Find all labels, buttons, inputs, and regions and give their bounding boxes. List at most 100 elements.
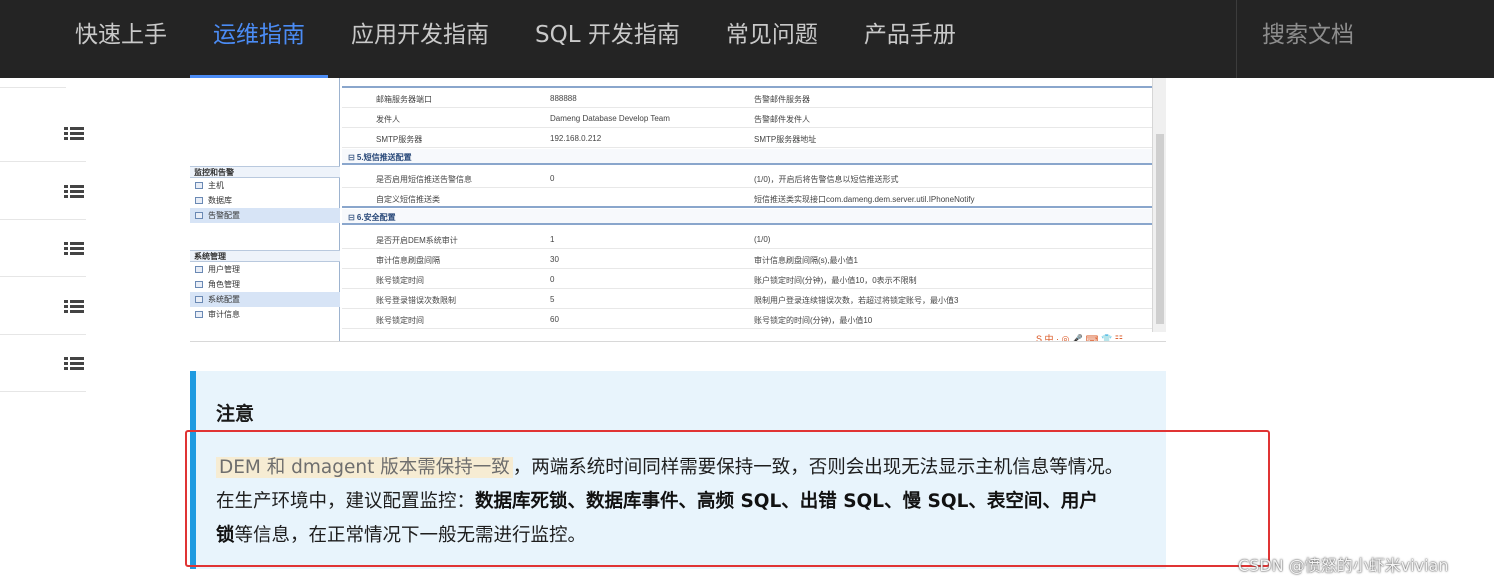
cell-value: 0	[550, 275, 555, 284]
cell-name: 发件人	[376, 115, 400, 124]
cell-desc: 账户锁定时间(分钟)，最小值10，0表示不限制	[754, 276, 917, 285]
nav-item-0[interactable]: 快速上手	[52, 0, 190, 78]
screenshot-scrollbar	[1152, 78, 1166, 332]
list-icon	[64, 127, 84, 141]
table-row[interactable]: 是否开启DEM系统审计 1 (1/0)	[342, 229, 1152, 249]
cell-name: 是否开启DEM系统审计	[376, 236, 458, 245]
tree-group: 系统管理用户管理角色管理系统配置审计信息	[190, 250, 340, 322]
tree-item[interactable]: 审计信息	[190, 307, 340, 322]
search-input[interactable]: 搜索文档	[1262, 0, 1354, 70]
tree-item-label: 系统配置	[208, 295, 240, 304]
section-label: ⊟ 5.短信推送配置	[348, 153, 412, 162]
nav-item-5[interactable]: 产品手册	[841, 0, 979, 78]
cell-value: 888888	[550, 94, 577, 103]
tree-item[interactable]: 数据库	[190, 193, 340, 208]
collapsed-sidebar	[0, 78, 86, 583]
table-row-partial	[342, 78, 1152, 88]
tools-icon	[195, 296, 203, 303]
watermark: CSDN @愤怒的小虾米vivian	[1238, 556, 1449, 575]
tree-group: 监控和告警主机数据库告警配置	[190, 166, 340, 223]
cell-name: 审计信息刷盘间隔	[376, 256, 440, 265]
cell-desc: (1/0)，开启后将告警信息以短信推送形式	[754, 175, 899, 184]
sidebar-item[interactable]	[0, 105, 86, 162]
cell-desc: 告警邮件服务器	[754, 95, 810, 104]
nav-item-3[interactable]: SQL 开发指南	[512, 0, 703, 78]
cell-desc: 短信推送类实现接口com.dameng.dem.server.util.IPho…	[754, 195, 975, 204]
table-row[interactable]: 邮箱服务器端口 888888 告警邮件服务器	[342, 88, 1152, 108]
cell-desc: 告警邮件发件人	[754, 115, 810, 124]
audit-icon	[195, 311, 203, 318]
table-row[interactable]: 自定义短信推送类 短信推送类实现接口com.dameng.dem.server.u…	[342, 188, 1152, 208]
tree-item[interactable]: 系统配置	[190, 292, 340, 307]
tree-item-label: 审计信息	[208, 310, 240, 319]
cell-name: 账号锁定时间	[376, 276, 424, 285]
cell-value: 30	[550, 255, 559, 264]
top-navigation-bar: 快速上手 运维指南 应用开发指南 SQL 开发指南 常见问题 产品手册 搜索文档	[0, 0, 1494, 78]
nav-divider	[1236, 0, 1237, 78]
list-icon	[64, 357, 84, 371]
scrollbar-thumb	[1156, 134, 1164, 324]
red-annotation-frame	[185, 430, 1270, 567]
table-row[interactable]: 发件人 Dameng Database Develop Team 告警邮件发件人	[342, 108, 1152, 128]
cell-value: 5	[550, 295, 555, 304]
cell-name: 自定义短信推送类	[376, 195, 440, 204]
cell-name: SMTP服务器	[376, 135, 423, 144]
cell-desc: SMTP服务器地址	[754, 135, 817, 144]
list-icon	[64, 184, 84, 199]
nav-item-4[interactable]: 常见问题	[703, 0, 841, 78]
user-icon	[195, 266, 203, 273]
sidebar-item[interactable]	[0, 220, 86, 277]
list-icon	[64, 299, 84, 314]
section-label: ⊟ 6.安全配置	[348, 213, 396, 222]
sidebar-item[interactable]	[0, 163, 86, 220]
sidebar-item[interactable]	[0, 278, 86, 335]
cell-value: Dameng Database Develop Team	[550, 114, 670, 123]
host-icon	[195, 182, 203, 189]
tree-group-header[interactable]: 系统管理	[190, 250, 340, 262]
table-row[interactable]: 审计信息刷盘间隔 30 审计信息刷盘间隔(s),最小值1	[342, 249, 1152, 269]
table-section-header[interactable]: ⊟ 5.短信推送配置	[342, 149, 1152, 165]
tree-group-header[interactable]: 监控和告警	[190, 166, 340, 178]
cell-value: 1	[550, 235, 555, 244]
note-title: 注意	[216, 403, 255, 425]
tree-item[interactable]: 角色管理	[190, 277, 340, 292]
cell-value: 192.168.0.212	[550, 134, 602, 143]
tree-item[interactable]: 主机	[190, 178, 340, 193]
cell-value: 60	[550, 315, 559, 324]
database-icon	[195, 197, 203, 204]
table-row[interactable]: 是否启用短信推送告警信息 0 (1/0)，开启后将告警信息以短信推送形式	[342, 168, 1152, 188]
cell-desc: 审计信息刷盘间隔(s),最小值1	[754, 256, 858, 265]
cell-name: 邮箱服务器端口	[376, 95, 432, 104]
table-row[interactable]: SMTP服务器 192.168.0.212 SMTP服务器地址	[342, 128, 1152, 148]
table-row[interactable]: 账号锁定时间 0 账户锁定时间(分钟)，最小值10，0表示不限制	[342, 269, 1152, 289]
tree-item-label: 数据库	[208, 196, 232, 205]
tree-item-label: 告警配置	[208, 211, 240, 220]
alarm-icon	[195, 212, 203, 219]
nav-item-2[interactable]: 应用开发指南	[328, 0, 512, 78]
ime-toolbar: S 中 ·,◎ 🎤 ⌨ 👕 ☷	[1036, 334, 1123, 342]
table-section-header[interactable]: ⊟ 6.安全配置	[342, 209, 1152, 225]
embedded-screenshot: 监控和告警主机数据库告警配置系统管理用户管理角色管理系统配置审计信息 邮箱服务器…	[190, 78, 1166, 342]
cell-desc: 限制用户登录连续错误次数，若超过将锁定账号，最小值3	[754, 296, 959, 305]
sidebar-top-divider	[0, 78, 66, 88]
screenshot-tree-panel: 监控和告警主机数据库告警配置系统管理用户管理角色管理系统配置审计信息	[190, 78, 340, 341]
cell-desc: (1/0)	[754, 235, 771, 244]
cell-desc: 账号锁定的时间(分钟)，最小值10	[754, 316, 873, 325]
tree-item-label: 主机	[208, 181, 224, 190]
cell-name: 账号锁定时间	[376, 316, 424, 325]
tree-item[interactable]: 告警配置	[190, 208, 340, 223]
sidebar-item[interactable]	[0, 335, 86, 392]
tree-item[interactable]: 用户管理	[190, 262, 340, 277]
tree-item-label: 角色管理	[208, 280, 240, 289]
screenshot-config-table: 邮箱服务器端口 888888 告警邮件服务器发件人 Dameng Database D…	[342, 78, 1152, 341]
nav-menu: 快速上手 运维指南 应用开发指南 SQL 开发指南 常见问题 产品手册	[52, 0, 979, 78]
table-row[interactable]: 账号登录错误次数限制 5 限制用户登录连续错误次数，若超过将锁定账号，最小值3	[342, 289, 1152, 309]
role-icon	[195, 281, 203, 288]
table-row[interactable]: 账号锁定时间 60 账号锁定的时间(分钟)，最小值10	[342, 309, 1152, 329]
nav-item-1[interactable]: 运维指南	[190, 0, 328, 78]
cell-name: 账号登录错误次数限制	[376, 296, 456, 305]
list-icon	[64, 242, 84, 256]
cell-name: 是否启用短信推送告警信息	[376, 175, 472, 184]
tree-item-label: 用户管理	[208, 265, 240, 274]
cell-value: 0	[550, 174, 555, 183]
